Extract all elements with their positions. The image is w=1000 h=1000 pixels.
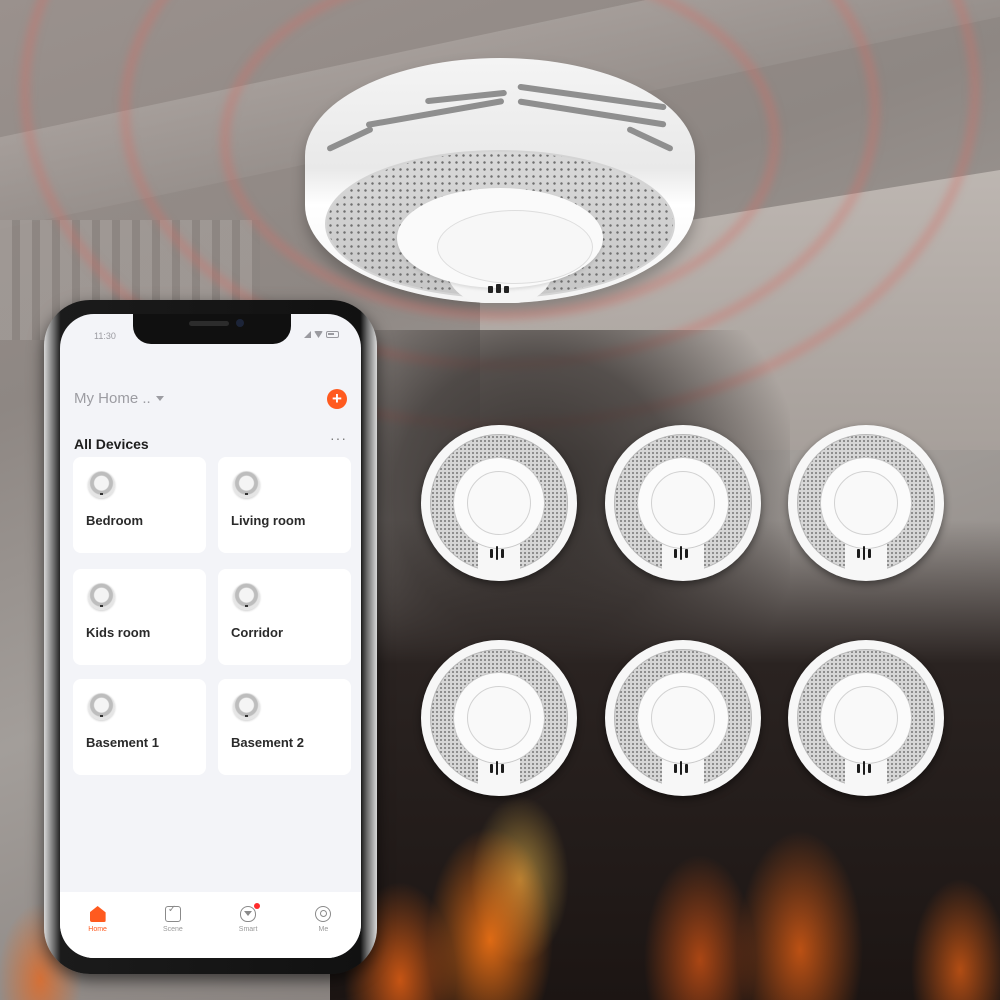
device-label: Basement 2	[231, 735, 304, 750]
app-screen: 11:30 My Home .. + All Devices ··· Bedro…	[60, 314, 361, 958]
tab-label: Scene	[162, 926, 183, 933]
tab-smart[interactable]: Smart	[218, 903, 278, 958]
indicator-slot	[496, 284, 501, 293]
home-selector-label: My Home ..	[74, 390, 151, 407]
indicator-slot	[504, 286, 509, 293]
tab-label: Smart	[238, 926, 258, 933]
speaker-slots-icon	[490, 546, 504, 560]
speaker-slots-icon	[674, 546, 688, 560]
tab-home[interactable]: Home	[68, 906, 128, 958]
smoke-detector	[605, 425, 761, 581]
smoke-detector-icon	[88, 583, 115, 610]
bottom-tab-bar: Home Scene Smart Me	[60, 892, 361, 958]
earpiece	[189, 321, 229, 326]
smart-shield-icon	[240, 906, 257, 922]
device-card-bedroom[interactable]: Bedroom	[73, 457, 206, 553]
tab-scene[interactable]: Scene	[143, 904, 203, 958]
smoke-detector-icon	[233, 693, 260, 720]
device-card-living-room[interactable]: Living room	[218, 457, 351, 553]
tab-label: Home	[88, 926, 107, 933]
device-card-basement-2[interactable]: Basement 2	[218, 679, 351, 775]
add-device-button[interactable]: +	[327, 389, 347, 409]
speaker-slots-icon	[674, 761, 688, 775]
test-button	[467, 471, 531, 535]
test-button	[651, 471, 715, 535]
device-label: Kids room	[86, 625, 151, 640]
indicator-slot	[488, 286, 493, 293]
device-card-corridor[interactable]: Corridor	[218, 569, 351, 665]
tab-label: Me	[318, 926, 329, 933]
caret-down-icon	[155, 396, 164, 401]
phone-notch	[133, 314, 291, 344]
smoke-detector-icon	[88, 471, 115, 498]
smoke-detector-icon	[233, 583, 260, 610]
home-icon	[89, 906, 106, 922]
smartphone: 11:30 My Home .. + All Devices ··· Bedro…	[44, 300, 377, 974]
smoke-detector-icon	[233, 471, 260, 498]
section-title: All Devices	[74, 436, 149, 452]
smoke-detector	[788, 640, 944, 796]
test-button	[437, 210, 593, 284]
profile-icon	[315, 906, 332, 922]
device-label: Basement 1	[86, 735, 159, 750]
device-card-kids-room[interactable]: Kids room	[73, 569, 206, 665]
home-selector[interactable]: My Home ..	[74, 390, 164, 407]
smoke-detector	[421, 640, 577, 796]
more-options-button[interactable]: ···	[330, 430, 347, 446]
smoke-detector-icon	[88, 693, 115, 720]
device-card-basement-1[interactable]: Basement 1	[73, 679, 206, 775]
test-button	[834, 686, 898, 750]
device-label: Living room	[231, 513, 306, 528]
speaker-slots-icon	[490, 761, 504, 775]
tab-me[interactable]: Me	[293, 906, 353, 958]
front-camera	[236, 319, 244, 327]
status-icons	[304, 331, 339, 338]
status-time: 11:30	[94, 331, 116, 341]
test-button	[651, 686, 715, 750]
wifi-icon	[314, 331, 323, 338]
smoke-detector	[605, 640, 761, 796]
smoke-detector	[421, 425, 577, 581]
test-button	[834, 471, 898, 535]
speaker-slots-icon	[857, 761, 871, 775]
signal-icon	[304, 331, 311, 338]
device-label: Bedroom	[86, 513, 144, 528]
smoke-detector	[788, 425, 944, 581]
speaker-slots-icon	[857, 546, 871, 560]
notification-badge	[254, 903, 261, 909]
ceiling-smoke-detector	[305, 58, 695, 303]
test-button	[467, 686, 531, 750]
scene-checkbox-icon	[164, 904, 181, 922]
device-label: Corridor	[231, 625, 283, 640]
battery-icon	[326, 331, 339, 338]
